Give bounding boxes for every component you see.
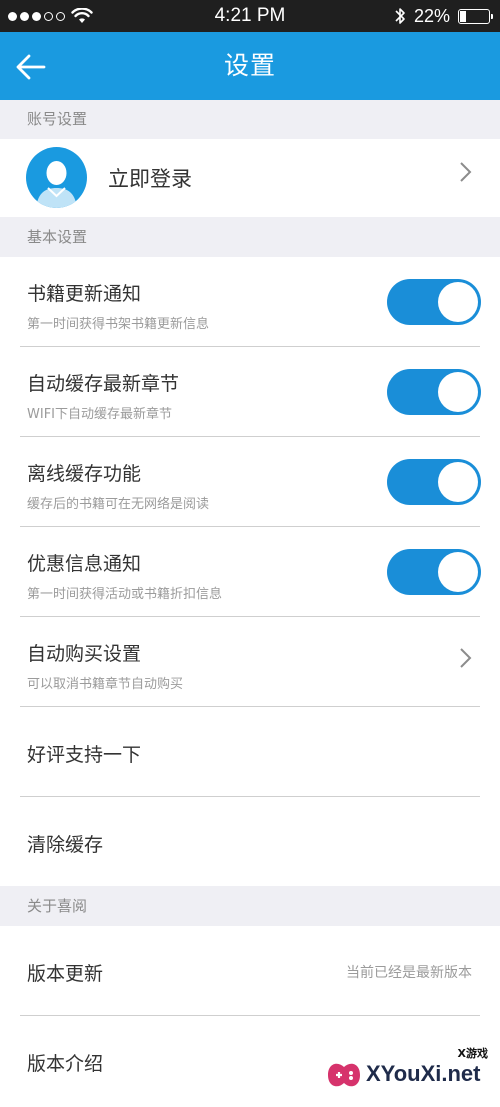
status-bar: 4:21 PM 22%	[0, 0, 500, 32]
setting-subtitle: WIFI下自动缓存最新章节	[27, 407, 172, 422]
setting-row-version-update[interactable]: 版本更新 当前已经是最新版本	[0, 926, 500, 1016]
setting-row-offline-cache: 离线缓存功能 缓存后的书籍可在无网络是阅读	[0, 437, 500, 527]
setting-subtitle: 缓存后的书籍可在无网络是阅读	[27, 497, 210, 512]
battery-icon	[458, 8, 493, 24]
setting-row-promo-notify: 优惠信息通知 第一时间获得活动或书籍折扣信息	[0, 527, 500, 617]
toggle-knob	[438, 462, 478, 502]
setting-subtitle: 第一时间获得活动或书籍折扣信息	[27, 587, 223, 602]
section-header-account: 账号设置	[0, 100, 500, 139]
setting-row-book-update: 书籍更新通知 第一时间获得书架书籍更新信息	[0, 257, 500, 347]
user-avatar-icon	[36, 161, 77, 208]
toggle-knob	[438, 552, 478, 592]
bluetooth-icon	[395, 8, 405, 24]
toggle-auto-cache[interactable]	[387, 369, 481, 415]
chevron-right-icon	[460, 162, 472, 182]
setting-title: 版本更新	[27, 963, 104, 985]
site-watermark: X游戏 XYouXi.net	[322, 1043, 492, 1101]
status-right: 22%	[394, 0, 493, 32]
setting-title: 优惠信息通知	[27, 553, 142, 575]
section-header-about: 关于喜阅	[0, 887, 500, 926]
toggle-promo-notify[interactable]	[387, 549, 481, 595]
setting-title: 好评支持一下	[27, 744, 142, 766]
section-header-basic: 基本设置	[0, 218, 500, 257]
avatar[interactable]	[26, 147, 87, 208]
version-status: 当前已经是最新版本	[346, 965, 472, 981]
toggle-knob	[438, 372, 478, 412]
page-title: 设置	[223, 51, 276, 80]
setting-row-auto-cache: 自动缓存最新章节 WIFI下自动缓存最新章节	[0, 347, 500, 437]
toggle-book-update[interactable]	[387, 279, 481, 325]
toggle-offline-cache[interactable]	[387, 459, 481, 505]
setting-row-auto-buy[interactable]: 自动购买设置 可以取消书籍章节自动购买	[0, 617, 500, 707]
setting-title: 版本介绍	[27, 1053, 104, 1075]
login-row[interactable]: 立即登录	[0, 139, 500, 217]
toggle-knob	[438, 282, 478, 322]
setting-row-rate[interactable]: 好评支持一下	[0, 707, 500, 797]
watermark-small-text: X游戏	[457, 1047, 488, 1060]
setting-title: 离线缓存功能	[27, 463, 142, 485]
gamepad-logo-icon	[328, 1063, 360, 1087]
setting-subtitle: 第一时间获得书架书籍更新信息	[27, 317, 210, 332]
setting-title: 清除缓存	[27, 834, 104, 856]
nav-bar: 设置	[0, 32, 500, 100]
chevron-right-icon	[460, 648, 472, 668]
setting-title: 自动购买设置	[27, 643, 142, 665]
watermark-text: XYouXi.net	[366, 1061, 481, 1086]
login-label: 立即登录	[108, 167, 192, 191]
setting-title: 书籍更新通知	[27, 283, 142, 305]
setting-title: 自动缓存最新章节	[27, 373, 180, 395]
battery-percent: 22%	[413, 5, 450, 26]
setting-subtitle: 可以取消书籍章节自动购买	[27, 677, 184, 692]
setting-row-clear-cache[interactable]: 清除缓存	[0, 797, 500, 886]
